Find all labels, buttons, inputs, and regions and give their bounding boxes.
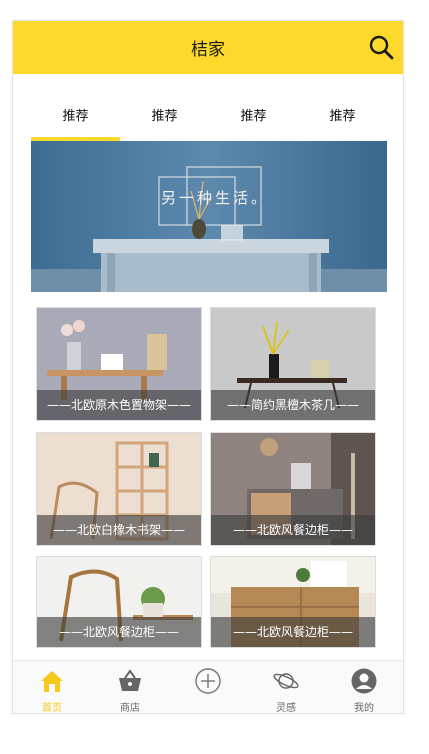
- product-card[interactable]: ——北欧风餐边柜——: [36, 556, 202, 648]
- nav-inspiration-label: 灵感: [276, 703, 296, 714]
- hero-banner[interactable]: 另一种生活。: [31, 141, 387, 292]
- banner-image: [31, 141, 387, 292]
- tab-recommend-4[interactable]: 推荐: [298, 105, 387, 124]
- product-card[interactable]: ——北欧白橡木书架——: [36, 432, 202, 546]
- app-title: 桔家: [191, 40, 225, 60]
- product-card[interactable]: ——北欧风餐边柜——: [210, 556, 376, 648]
- product-caption: ——北欧风餐边柜——: [211, 617, 375, 647]
- app-header: 桔家: [13, 21, 403, 74]
- nav-home[interactable]: 首页: [13, 661, 91, 714]
- product-card[interactable]: ——北欧原木色置物架——: [36, 307, 202, 421]
- product-caption: ——北欧白橡木书架——: [37, 515, 201, 545]
- product-card[interactable]: ——简约黑檀木茶几——: [210, 307, 376, 421]
- nav-profile[interactable]: 我的: [325, 661, 403, 714]
- tab-recommend-1[interactable]: 推荐: [31, 105, 120, 124]
- planet-icon: [273, 673, 299, 689]
- nav-inspiration[interactable]: 灵感: [247, 661, 325, 714]
- basket-icon: [119, 669, 141, 691]
- product-caption: ——北欧原木色置物架——: [37, 390, 201, 420]
- nav-shop-label: 商店: [120, 703, 140, 714]
- category-tabs: 推荐 推荐 推荐 推荐: [31, 95, 387, 141]
- product-caption: ——简约黑檀木茶几——: [211, 390, 375, 420]
- nav-profile-label: 我的: [354, 703, 374, 714]
- banner-slogan: 另一种生活。: [161, 189, 270, 207]
- product-caption: ——北欧风餐边柜——: [211, 515, 375, 545]
- phone-frame: 桔家 推荐 推荐 推荐 推荐 另一种生活。 ——北欧原木色置物架—— ——简约黑…: [12, 20, 404, 714]
- nav-add[interactable]: [169, 661, 247, 713]
- search-icon[interactable]: [367, 33, 395, 61]
- bottom-nav: 首页 商店 灵感 我的: [13, 660, 403, 714]
- tab-recommend-3[interactable]: 推荐: [209, 105, 298, 124]
- add-circle-icon: [195, 668, 221, 694]
- product-caption: ——北欧风餐边柜——: [37, 617, 201, 647]
- nav-shop[interactable]: 商店: [91, 661, 169, 714]
- nav-home-label: 首页: [42, 703, 62, 714]
- user-icon: [351, 668, 377, 694]
- home-icon: [41, 671, 63, 692]
- tab-recommend-2[interactable]: 推荐: [120, 105, 209, 124]
- product-card[interactable]: ——北欧风餐边柜——: [210, 432, 376, 546]
